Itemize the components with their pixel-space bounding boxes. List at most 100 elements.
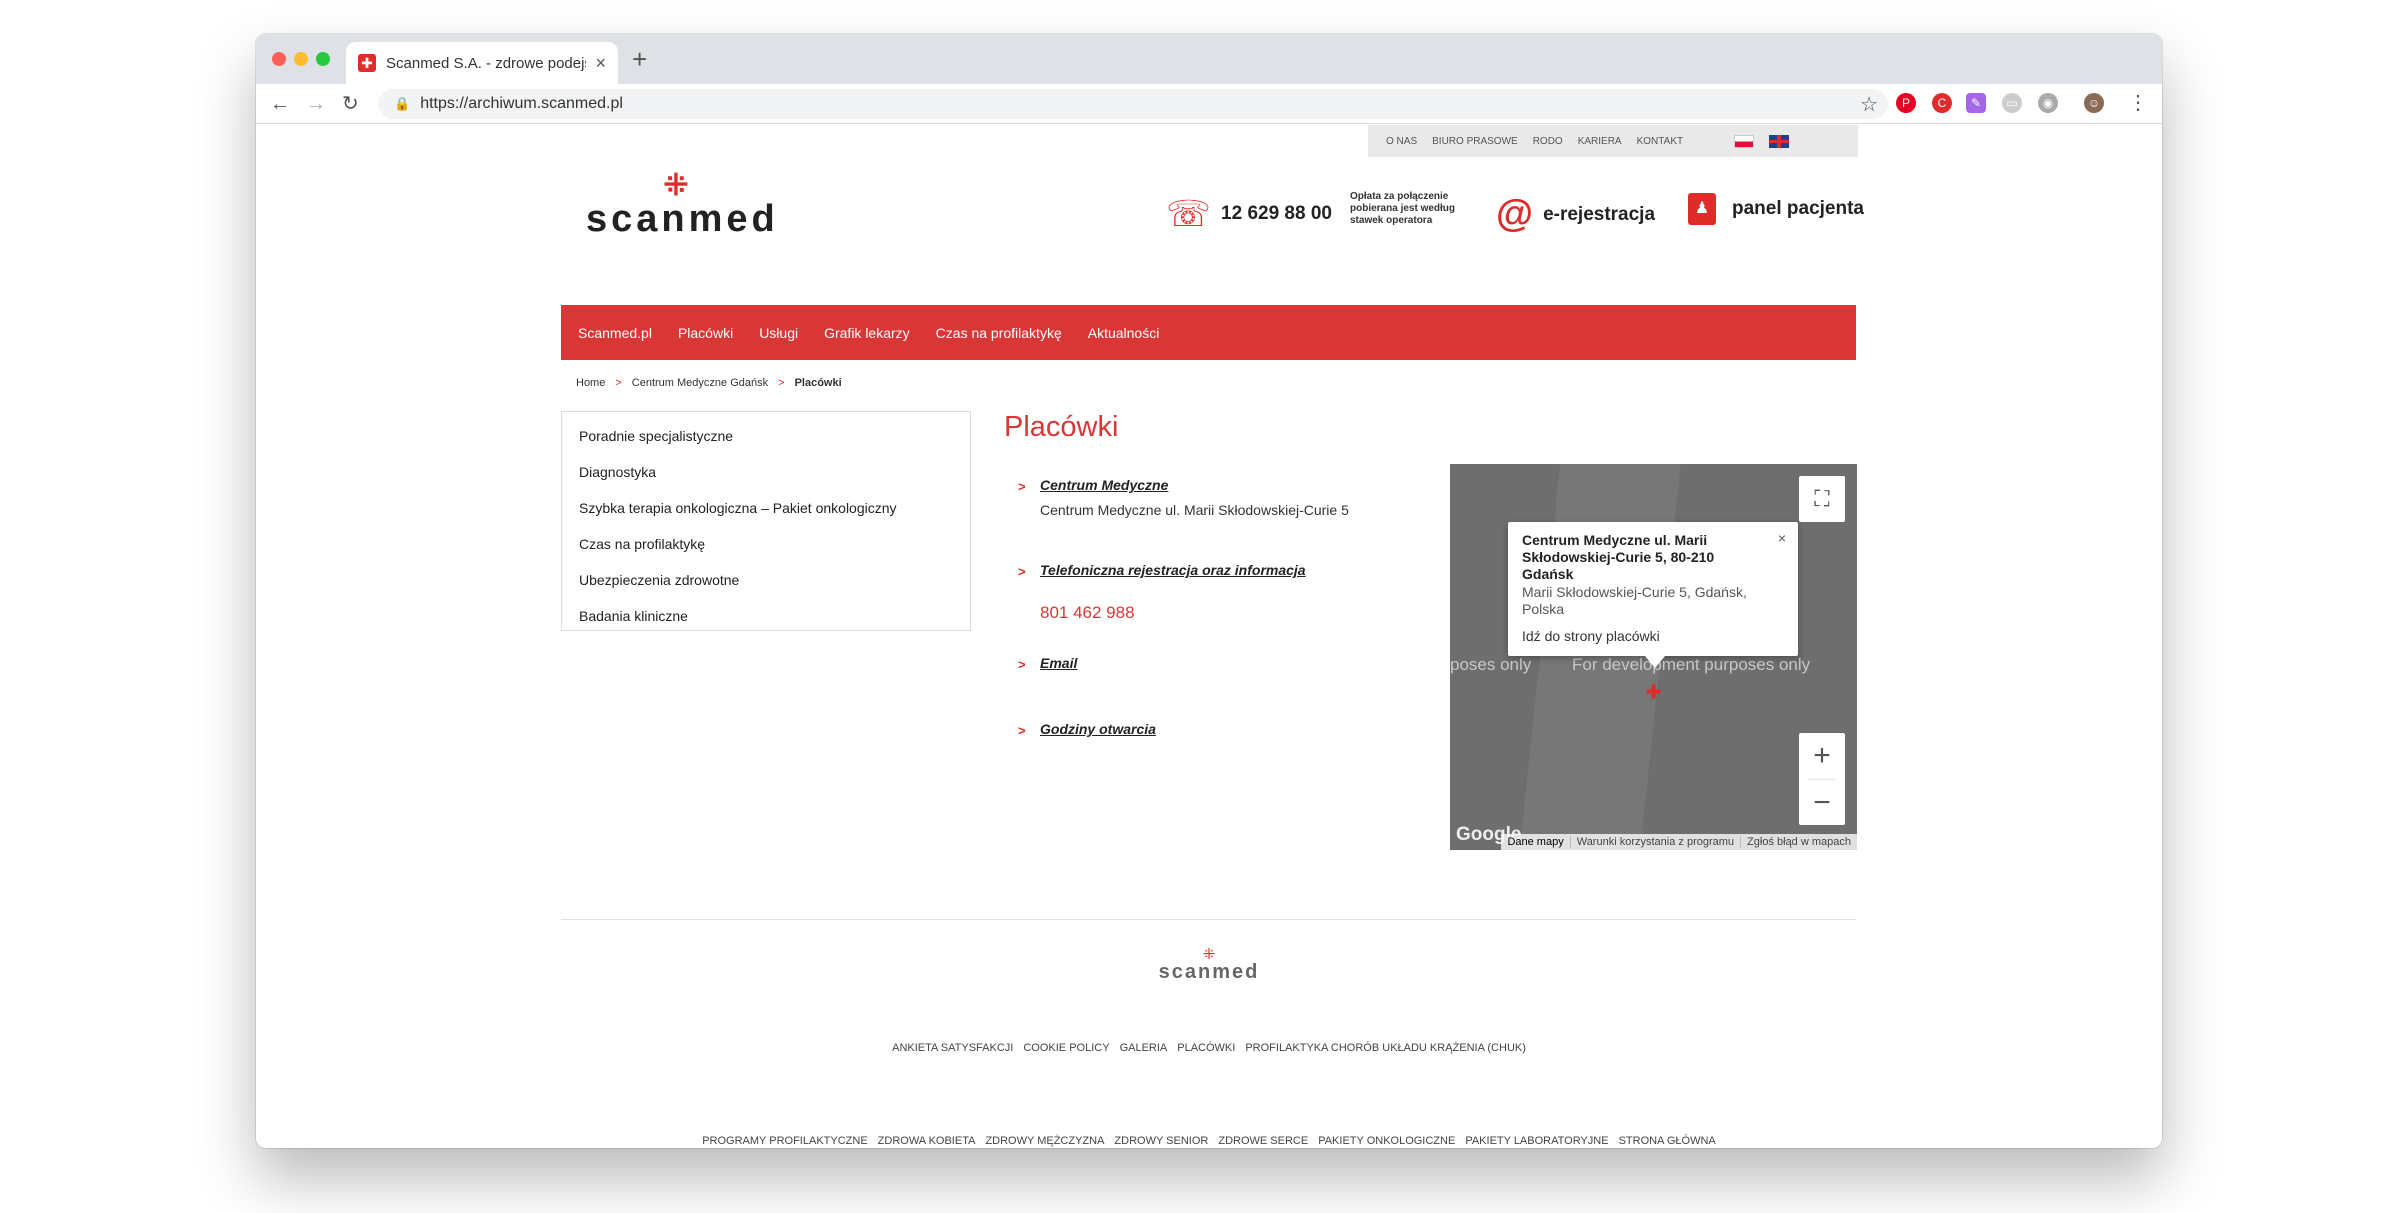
nav-item-uslugi[interactable]: Usługi — [759, 325, 798, 341]
popup-title: Centrum Medyczne ul. Marii Skłodowskiej-… — [1522, 532, 1715, 582]
footer-link-zdrowa-kobieta[interactable]: ZDROWA KOBIETA — [878, 1135, 976, 1147]
browser-toolbar: ← → ↻ 🔒 https://archiwum.scanmed.pl ☆ P … — [256, 84, 2162, 124]
close-window-button[interactable] — [272, 52, 286, 66]
popup-facility-link[interactable]: Idź do strony placówki — [1522, 628, 1784, 644]
footer-link-strona-glowna[interactable]: STRONA GŁÓWNA — [1619, 1135, 1716, 1147]
extension-badge-icon[interactable]: C — [1932, 93, 1952, 113]
facility-info: > Centrum Medyczne Centrum Medyczne ul. … — [1018, 477, 1349, 518]
footer-link-galeria[interactable]: GALERIA — [1120, 1042, 1168, 1054]
topbar-link-o-nas[interactable]: O NAS — [1386, 136, 1417, 147]
nav-item-aktualnosci[interactable]: Aktualności — [1088, 325, 1160, 341]
top-utility-bar: O NAS BIURO PRASOWE RODO KARIERA KONTAKT — [1368, 125, 1858, 157]
address-bar[interactable]: 🔒 https://archiwum.scanmed.pl ☆ — [378, 89, 1888, 119]
polish-flag-icon[interactable] — [1734, 134, 1755, 148]
new-tab-button[interactable]: + — [632, 46, 647, 72]
page-title: Placówki — [1004, 411, 1119, 443]
patient-panel-link[interactable]: ♟ panel pacjenta — [1688, 193, 1864, 225]
breadcrumb: Home > Centrum Medyczne Gdańsk > Placówk… — [576, 377, 842, 389]
forward-button[interactable]: → — [306, 90, 326, 118]
tab-title: Scanmed S.A. - zdrowe podejście — [386, 54, 586, 72]
breadcrumb-home[interactable]: Home — [576, 377, 605, 389]
breadcrumb-current: Placówki — [794, 377, 842, 389]
zoom-in-button[interactable]: + — [1799, 733, 1845, 779]
topbar-link-kariera[interactable]: KARIERA — [1578, 136, 1622, 147]
url-text: https://archiwum.scanmed.pl — [420, 95, 623, 112]
e-registration-link[interactable]: @ e-rejestracja — [1496, 193, 1655, 236]
footer-logo-text: scanmed — [1158, 961, 1260, 983]
footer-link-pakiety-laboratoryjne[interactable]: PAKIETY LABORATORYJNE — [1465, 1135, 1608, 1147]
map-data-link[interactable]: Dane mapy — [1501, 836, 1569, 848]
topbar-link-biuro-prasowe[interactable]: BIURO PRASOWE — [1432, 136, 1518, 147]
sidebar-item-poradnie[interactable]: Poradnie specjalistyczne — [562, 418, 970, 454]
email-info: > Email — [1018, 655, 1077, 672]
site-logo[interactable]: ⁜ scanmed — [586, 169, 779, 239]
footer-link-cookie-policy[interactable]: COOKIE POLICY — [1023, 1042, 1109, 1054]
browser-tab[interactable]: ✚ Scanmed S.A. - zdrowe podejście × — [346, 42, 618, 84]
map-terms-link[interactable]: Warunki korzystania z programu — [1569, 836, 1740, 848]
footer-link-zdrowy-mezczyzna[interactable]: ZDROWY MĘŻCZYZNA — [985, 1135, 1104, 1147]
email-link[interactable]: Email — [1040, 655, 1077, 671]
web-page: O NAS BIURO PRASOWE RODO KARIERA KONTAKT… — [256, 125, 2162, 1148]
logo-cross-icon: ⁜ — [663, 169, 689, 202]
topbar-link-rodo[interactable]: RODO — [1533, 136, 1563, 147]
main-navigation: Scanmed.pl Placówki Usługi Grafik lekarz… — [561, 305, 1856, 360]
map-fullscreen-button[interactable]: ⛶ — [1799, 476, 1845, 522]
english-flag-icon[interactable] — [1769, 134, 1790, 148]
back-button[interactable]: ← — [270, 90, 290, 118]
patient-panel-icon: ♟ — [1688, 193, 1716, 225]
nav-item-grafik-lekarzy[interactable]: Grafik lekarzy — [824, 325, 910, 341]
footer-link-chuk[interactable]: PROFILAKTYKA CHORÓB UKŁADU KRĄŻENIA (CHU… — [1245, 1042, 1526, 1054]
nav-item-scanmed[interactable]: Scanmed.pl — [578, 325, 652, 341]
tab-close-icon[interactable]: × — [595, 53, 606, 74]
zoom-out-button[interactable]: − — [1799, 780, 1845, 826]
breadcrumb-centrum[interactable]: Centrum Medyczne Gdańsk — [632, 377, 768, 389]
sidebar-item-onkologia[interactable]: Szybka terapia onkologiczna – Pakiet onk… — [562, 490, 970, 526]
pinterest-extension-icon[interactable]: P — [1896, 93, 1916, 113]
sidebar-item-ubezpieczenia[interactable]: Ubezpieczenia zdrowotne — [562, 562, 970, 598]
scanmed-favicon-icon: ✚ — [358, 54, 376, 72]
facility-link[interactable]: Centrum Medyczne — [1040, 477, 1168, 493]
map-report-link[interactable]: Zgłoś błąd w mapach — [1740, 836, 1857, 848]
map-marker-icon[interactable]: ✚ — [1646, 682, 1661, 703]
footer-logo[interactable]: ⁜ scanmed — [1154, 947, 1264, 982]
sidebar-menu: Poradnie specjalistyczne Diagnostyka Szy… — [561, 411, 971, 631]
google-map[interactable]: poses only For development purposes only… — [1450, 464, 1857, 850]
feather-extension-icon[interactable]: ✎ — [1966, 93, 1986, 113]
headset-icon: ☏ — [1166, 193, 1212, 234]
tab-bar: ✚ Scanmed S.A. - zdrowe podejście × + — [256, 34, 2162, 84]
footer-links-secondary: PROGRAMY PROFILAKTYCZNE ZDROWA KOBIETA Z… — [256, 1135, 2162, 1147]
footer-link-programy[interactable]: PROGRAMY PROFILAKTYCZNE — [702, 1135, 867, 1147]
phone-contact[interactable]: ☏ 12 629 88 00 — [1166, 193, 1332, 235]
sidebar-item-badania[interactable]: Badania kliniczne — [562, 598, 970, 634]
phone-registration-link[interactable]: Telefoniczna rejestracja oraz informacja — [1040, 562, 1306, 578]
footer-link-ankieta[interactable]: ANKIETA SATYSFAKCJI — [892, 1042, 1013, 1054]
footer-link-pakiety-onkologiczne[interactable]: PAKIETY ONKOLOGICZNE — [1318, 1135, 1455, 1147]
profile-avatar[interactable]: ☺ — [2084, 93, 2104, 113]
footer-logo-cross-icon: ⁜ — [1202, 946, 1216, 963]
camera-extension-icon[interactable]: ◉ — [2038, 93, 2058, 113]
facility-address: Centrum Medyczne ul. Marii Skłodowskiej-… — [1040, 502, 1349, 518]
fee-note-block: Opłata za połączenie pobierana jest wedł… — [1350, 191, 1470, 227]
footer-link-placowki[interactable]: PLACÓWKI — [1177, 1042, 1235, 1054]
footer-link-zdrowy-senior[interactable]: ZDROWY SENIOR — [1114, 1135, 1208, 1147]
patient-panel-label: panel pacjenta — [1732, 198, 1864, 219]
bookmark-star-icon[interactable]: ☆ — [1860, 92, 1878, 117]
map-dev-watermark: For development purposes only — [1572, 655, 1811, 674]
nav-item-czas-na-profilaktyke[interactable]: Czas na profilaktykę — [936, 325, 1062, 341]
registration-phone-number: 801 462 988 — [1040, 603, 1135, 622]
map-dev-watermark: poses only — [1450, 655, 1532, 674]
topbar-link-kontakt[interactable]: KONTAKT — [1637, 136, 1683, 147]
reload-button[interactable]: ↻ — [342, 90, 359, 118]
sidebar-item-diagnostyka[interactable]: Diagnostyka — [562, 454, 970, 490]
browser-menu-icon[interactable]: ⋮ — [2128, 90, 2148, 115]
maximize-window-button[interactable] — [316, 52, 330, 66]
nav-item-placowki[interactable]: Placówki — [678, 325, 733, 341]
opening-hours-link[interactable]: Godziny otwarcia — [1040, 721, 1156, 737]
phone-number: 12 629 88 00 — [1221, 203, 1332, 224]
video-extension-icon[interactable]: ▭ — [2002, 93, 2022, 113]
popup-close-icon[interactable]: × — [1778, 530, 1786, 546]
minimize-window-button[interactable] — [294, 52, 308, 66]
sidebar-item-profilaktyka[interactable]: Czas na profilaktykę — [562, 526, 970, 562]
hours-info: > Godziny otwarcia — [1018, 721, 1156, 738]
footer-link-zdrowe-serce[interactable]: ZDROWE SERCE — [1218, 1135, 1308, 1147]
